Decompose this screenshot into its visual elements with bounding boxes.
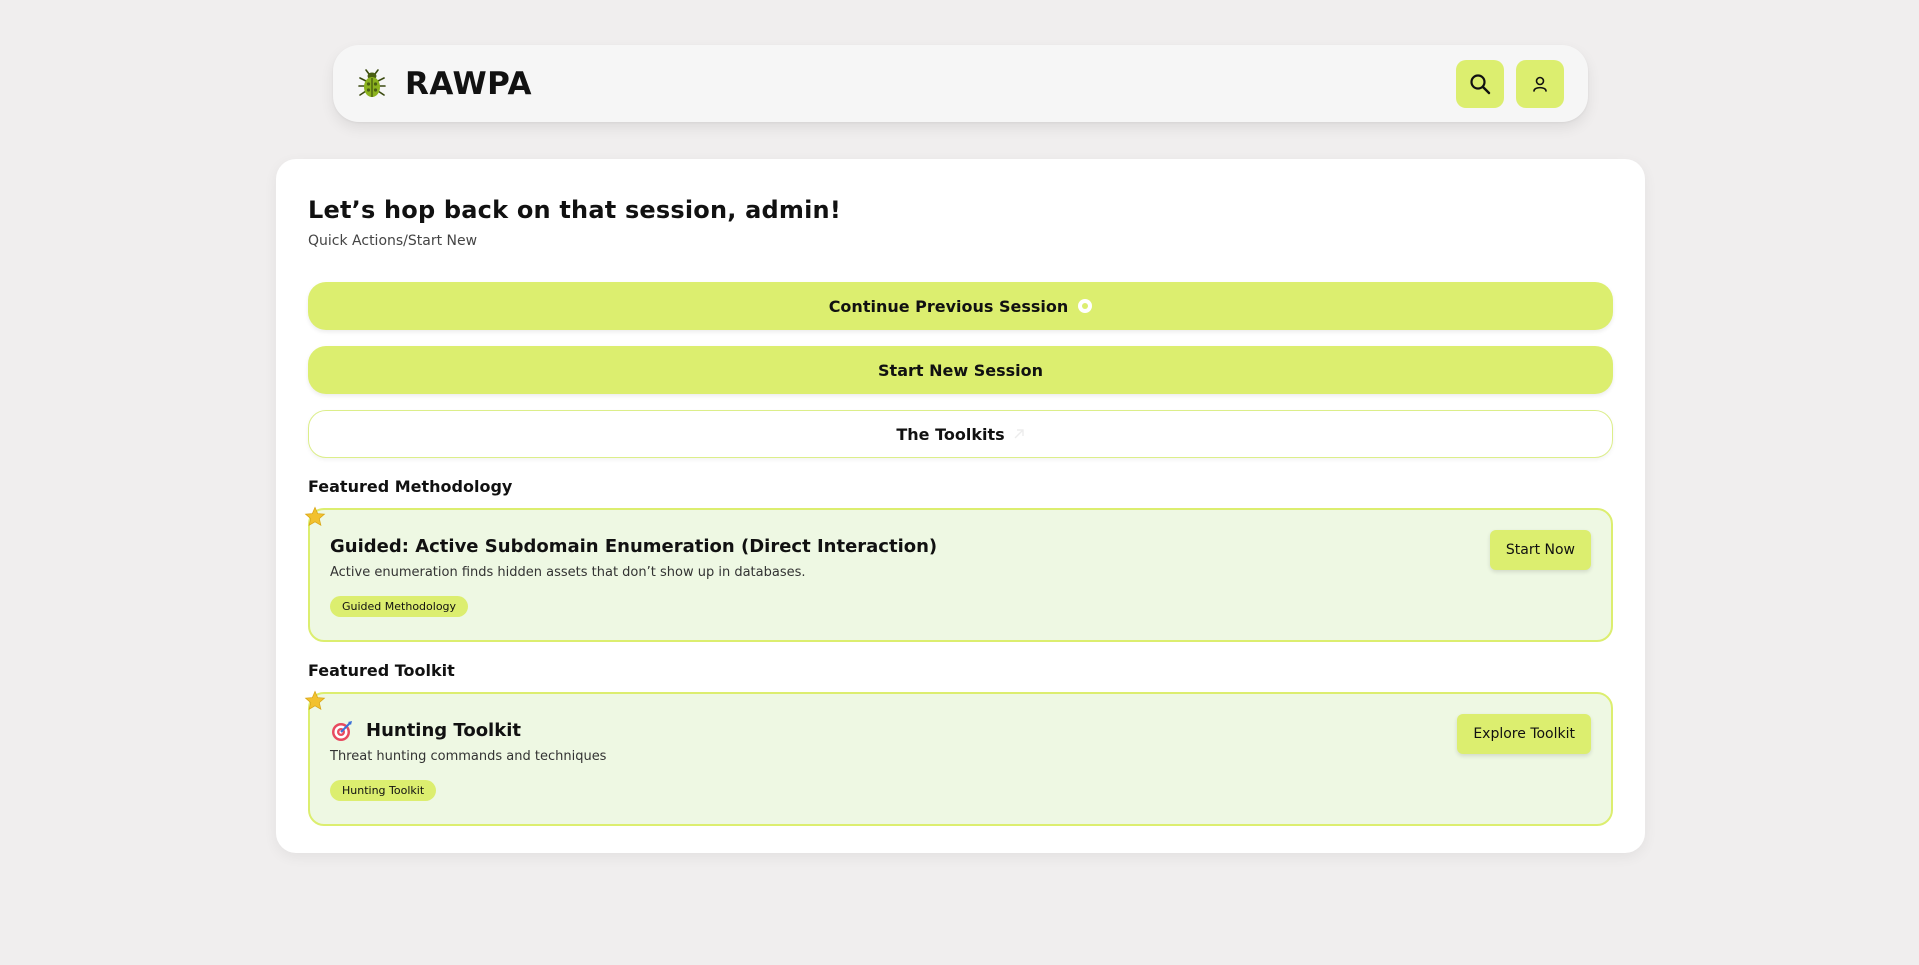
start-now-button[interactable]: Start Now <box>1489 530 1591 570</box>
faint-icon <box>1014 429 1024 439</box>
star-icon <box>304 690 326 711</box>
explore-toolkit-button[interactable]: Explore Toolkit <box>1457 714 1591 754</box>
toolkit-title-row: Hunting Toolkit <box>330 718 1591 744</box>
featured-methodology-heading: Featured Methodology <box>308 477 513 496</box>
page-title: Let’s hop back on that session, admin! <box>308 196 841 224</box>
toolkit-description: Threat hunting commands and techniques <box>330 749 607 764</box>
start-new-session-label: Start New Session <box>878 360 1043 380</box>
search-icon <box>1470 73 1491 94</box>
featured-toolkit-heading: Featured Toolkit <box>308 661 455 680</box>
circle-dot-icon <box>1078 299 1093 313</box>
toolkit-title: Hunting Toolkit <box>366 720 521 741</box>
user-icon <box>1533 76 1547 92</box>
beetle-icon <box>355 67 389 101</box>
session-card: Let’s hop back on that session, admin! Q… <box>276 159 1645 853</box>
page-subtitle: Quick Actions/Start New <box>308 233 478 249</box>
toolkits-label: The Toolkits <box>896 424 1005 444</box>
featured-toolkit-card: Hunting Toolkit Threat hunting commands … <box>304 690 1613 826</box>
toolkits-button[interactable]: The Toolkits <box>308 410 1613 458</box>
methodology-description: Active enumeration finds hidden assets t… <box>330 565 806 580</box>
continue-session-label: Continue Previous Session <box>828 296 1069 316</box>
profile-button[interactable] <box>1516 59 1564 108</box>
brand-name: RAWPA <box>405 65 533 102</box>
star-icon <box>304 506 326 527</box>
featured-methodology-card: Guided: Active Subdomain Enumeration (Di… <box>304 506 1613 642</box>
search-button[interactable] <box>1456 59 1504 108</box>
toolkit-tag: Hunting Toolkit <box>330 780 437 801</box>
methodology-tag: Guided Methodology <box>330 596 469 617</box>
continue-session-button[interactable]: Continue Previous Session <box>308 282 1613 330</box>
start-new-session-button[interactable]: Start New Session <box>308 346 1613 394</box>
top-navbar: RAWPA <box>333 45 1588 122</box>
target-icon <box>332 721 352 741</box>
methodology-title: Guided: Active Subdomain Enumeration (Di… <box>330 536 938 557</box>
